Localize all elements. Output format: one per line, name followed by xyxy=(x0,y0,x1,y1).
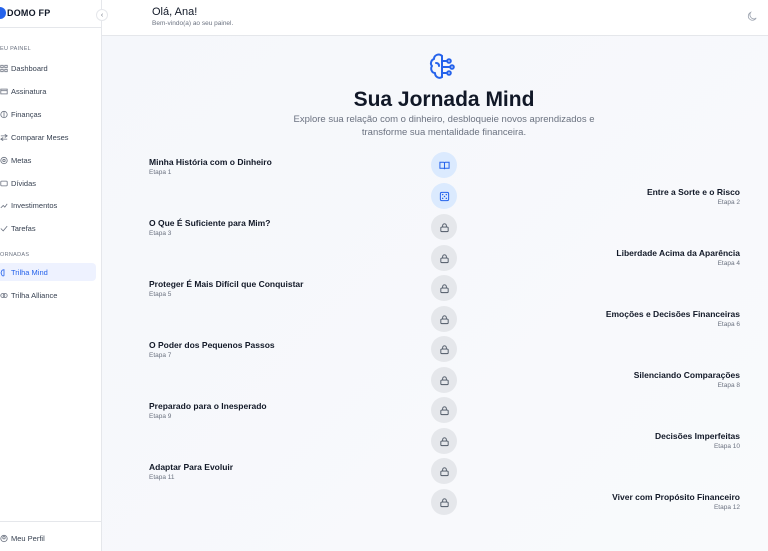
sidebar-item-dividas[interactable]: Dívidas xyxy=(0,174,96,192)
dice-icon xyxy=(439,191,449,201)
lock-icon xyxy=(439,466,449,476)
journey-main: Sua Jornada Mind Explore sua relação com… xyxy=(102,36,768,551)
lock-icon xyxy=(439,314,449,324)
step-6-stage: Etapa 6 xyxy=(717,321,740,328)
chevron-left-icon: ‹ xyxy=(100,11,104,19)
step-1-node[interactable] xyxy=(431,152,457,178)
step-6-node[interactable] xyxy=(431,306,457,332)
lock-icon xyxy=(439,497,449,507)
logo-icon xyxy=(0,7,6,19)
lock-icon xyxy=(439,283,449,293)
user-icon xyxy=(0,534,8,543)
step-10-stage: Etapa 10 xyxy=(713,443,740,450)
lock-icon xyxy=(439,375,449,385)
brand[interactable]: DOMO FP xyxy=(0,6,50,20)
section-label-painel: EU PAINEL xyxy=(0,46,32,52)
step-3-node[interactable] xyxy=(431,214,457,240)
sidebar-item-dashboard[interactable]: Dashboard xyxy=(0,59,96,77)
brain-icon xyxy=(0,268,8,277)
sidebar: DOMO FP EU PAINEL Dashboard Assinatura F… xyxy=(0,0,102,551)
grid-icon xyxy=(0,64,8,73)
page-title: Sua Jornada Mind xyxy=(353,88,535,111)
section-label-jornadas: ORNADAS xyxy=(0,252,30,258)
chart-icon xyxy=(0,201,8,210)
divider xyxy=(0,521,102,522)
target-icon xyxy=(0,156,8,165)
step-4-title[interactable]: Liberdade Acima da Aparência xyxy=(616,248,740,258)
lock-icon xyxy=(439,405,449,415)
step-7-stage: Etapa 7 xyxy=(149,352,172,359)
sidebar-item-metas[interactable]: Metas xyxy=(0,151,96,169)
step-3-stage: Etapa 3 xyxy=(149,230,172,237)
page-subtitle: Explore sua relação com o dinheiro, desb… xyxy=(293,114,595,138)
step-11-title[interactable]: Adaptar Para Evoluir xyxy=(149,462,233,472)
card-icon xyxy=(0,87,8,96)
link-icon xyxy=(0,291,8,300)
lock-icon xyxy=(439,222,449,232)
book-icon xyxy=(438,161,450,169)
divider xyxy=(0,27,102,28)
step-1-stage: Etapa 1 xyxy=(149,169,172,176)
step-11-node[interactable] xyxy=(431,458,457,484)
sidebar-item-trilha-alliance[interactable]: Trilha Alliance xyxy=(0,286,96,304)
sidebar-item-label: Tarefas xyxy=(11,223,36,233)
sidebar-item-meu-perfil[interactable]: Meu Perfil xyxy=(0,529,96,547)
sidebar-item-financas[interactable]: Finanças xyxy=(0,105,96,123)
step-7-node[interactable] xyxy=(431,336,457,362)
step-4-stage: Etapa 4 xyxy=(717,260,740,267)
step-1-title[interactable]: Minha História com o Dinheiro xyxy=(149,157,272,167)
step-5-node[interactable] xyxy=(431,275,457,301)
step-2-node[interactable] xyxy=(431,183,457,209)
lock-icon xyxy=(439,253,449,263)
dollar-icon xyxy=(0,110,8,119)
step-9-node[interactable] xyxy=(431,397,457,423)
step-3-title[interactable]: O Que É Suficiente para Mim? xyxy=(149,218,270,228)
sidebar-item-label: Comparar Meses xyxy=(11,132,69,142)
step-10-node[interactable] xyxy=(431,428,457,454)
step-12-title[interactable]: Viver com Propósito Financeiro xyxy=(612,492,740,502)
sidebar-item-label: Trilha Alliance xyxy=(11,290,58,300)
sidebar-item-assinatura[interactable]: Assinatura xyxy=(0,82,96,100)
sidebar-item-tarefas[interactable]: Tarefas xyxy=(0,219,96,237)
sidebar-item-label: Metas xyxy=(11,155,32,165)
sidebar-item-trilha-mind[interactable]: Trilha Mind xyxy=(0,263,96,281)
step-8-stage: Etapa 8 xyxy=(717,382,740,389)
sidebar-item-investimentos[interactable]: Investimentos xyxy=(0,196,96,214)
step-5-stage: Etapa 5 xyxy=(149,291,172,298)
moon-icon[interactable] xyxy=(747,11,758,22)
debt-icon xyxy=(0,179,8,188)
collapse-sidebar-button[interactable]: ‹ xyxy=(96,9,108,21)
lock-icon xyxy=(439,436,449,446)
step-9-stage: Etapa 9 xyxy=(149,413,172,420)
step-4-node[interactable] xyxy=(431,245,457,271)
sidebar-item-label: Dívidas xyxy=(11,178,37,188)
step-6-title[interactable]: Emoções e Decisões Financeiras xyxy=(606,309,740,319)
step-7-title[interactable]: O Poder dos Pequenos Passos xyxy=(149,340,275,350)
sidebar-item-label: Finanças xyxy=(11,109,42,119)
sidebar-item-label: Meu Perfil xyxy=(11,533,45,543)
step-11-stage: Etapa 11 xyxy=(149,474,175,481)
greeting-subtitle: Bem-vindo(a) ao seu painel. xyxy=(152,20,234,27)
sidebar-item-label: Trilha Mind xyxy=(11,267,48,277)
brand-name: DOMO FP xyxy=(7,8,51,18)
step-2-title[interactable]: Entre a Sorte e o Risco xyxy=(647,187,740,197)
greeting: Olá, Ana! xyxy=(152,6,198,18)
check-icon xyxy=(0,224,8,233)
step-8-title[interactable]: Silenciando Comparações xyxy=(634,370,740,380)
compare-icon xyxy=(0,133,8,142)
header: Olá, Ana! Bem-vindo(a) ao seu painel. xyxy=(102,0,768,36)
step-8-node[interactable] xyxy=(431,367,457,393)
step-10-title[interactable]: Decisões Imperfeitas xyxy=(655,431,740,441)
brain-icon xyxy=(429,53,455,79)
step-9-title[interactable]: Preparado para o Inesperado xyxy=(149,401,267,411)
sidebar-item-label: Investimentos xyxy=(11,200,58,210)
sidebar-item-comparar-meses[interactable]: Comparar Meses xyxy=(0,128,96,146)
lock-icon xyxy=(439,344,449,354)
sidebar-item-label: Dashboard xyxy=(11,63,48,73)
sidebar-item-label: Assinatura xyxy=(11,86,47,96)
step-2-stage: Etapa 2 xyxy=(717,199,740,206)
step-12-stage: Etapa 12 xyxy=(713,504,740,511)
step-5-title[interactable]: Proteger É Mais Difícil que Conquistar xyxy=(149,279,303,289)
step-12-node[interactable] xyxy=(431,489,457,515)
